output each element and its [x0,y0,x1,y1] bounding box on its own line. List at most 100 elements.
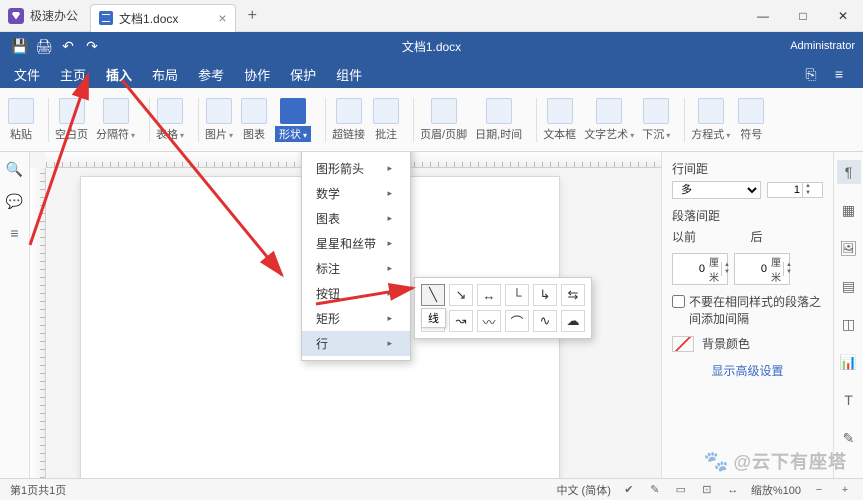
user-label: Administrator [790,40,855,52]
line-shape-cloud[interactable]: ☁ [561,310,585,332]
ribbon-comment[interactable]: 批注 [373,98,399,142]
headerfooter-tool-icon[interactable]: ▤ [837,274,861,298]
chevron-right-icon: ▸ [387,263,392,274]
fit-page-icon[interactable]: ⊡ [699,482,715,498]
ribbon-wordart[interactable]: 文字艺术▾ [584,98,634,142]
view-mode-icon[interactable]: ▭ [673,482,689,498]
line-shape-scribble[interactable]: ∿ [533,310,557,332]
ribbon-paste[interactable]: 粘贴 [8,98,34,142]
ribbon-table[interactable]: 表格▾ [156,98,184,142]
redo-icon[interactable]: ↷ [80,34,104,58]
bg-color-picker[interactable]: 背景颜色 [672,335,823,352]
close-window-button[interactable]: ✕ [823,0,863,32]
ribbon-equation[interactable]: 方程式▾ [691,98,730,142]
shape-menu: 基本形状▸ 图形箭头▸ 数学▸ 图表▸ 星星和丝带▸ 标注▸ 按钮▸ 矩形▸ 行… [301,152,411,361]
menu-components[interactable]: 组件 [336,65,362,84]
ribbon-shape[interactable]: 形状▾ [275,98,311,142]
chevron-right-icon: ▸ [387,288,392,299]
save-icon[interactable]: 💾 [8,34,32,58]
minimize-button[interactable]: — [743,0,783,32]
menu-insert[interactable]: 插入 [106,65,132,84]
line-shape-curve-arrow[interactable]: ↝ [449,310,473,332]
window-controls: — □ ✕ [743,0,863,32]
ribbon-symbol[interactable]: 符号 [738,98,764,142]
line-spacing-select[interactable]: 多 [672,181,761,199]
page-info[interactable]: 第1页共1页 [10,482,66,498]
ribbon-page-break[interactable]: 分隔符▾ [96,98,135,142]
app-icon [8,8,24,24]
signature-tool-icon[interactable]: ✎ [837,426,861,450]
ribbon-hyperlink[interactable]: 超链接 [332,98,365,142]
chart-tool-icon[interactable]: 📊 [837,350,861,374]
line-shape-elbow[interactable]: └ [505,284,529,306]
language-label[interactable]: 中文 (简体) [556,482,610,498]
separator [325,98,326,142]
line-shape-diagonal[interactable]: ╲ [421,284,445,306]
undo-icon[interactable]: ↶ [56,34,80,58]
same-style-spacing-checkbox[interactable] [672,295,685,308]
advanced-settings-link[interactable]: 显示高级设置 [672,362,823,379]
ribbon-blank-page[interactable]: 空白页 [55,98,88,142]
ribbon-date[interactable]: 日期,时间 [475,98,522,142]
add-tab-button[interactable]: + [248,7,257,25]
search-icon[interactable]: 🔍 [6,160,24,178]
line-spacing-label: 行间距 [672,160,823,177]
menu-layout[interactable]: 布局 [152,65,178,84]
menu-collab[interactable]: 协作 [244,65,270,84]
shape-menu-charts[interactable]: 图表▸ [302,206,410,231]
menu-protect[interactable]: 保护 [290,65,316,84]
ribbon-image[interactable]: 图片▾ [205,98,233,142]
line-shape-double-arrow[interactable]: ↔ [477,284,501,306]
spacing-before-input[interactable]: 厘米▲▼ [672,253,728,285]
shape-menu-math[interactable]: 数学▸ [302,181,410,206]
ribbon-header-footer[interactable]: 页眉/页脚 [420,98,467,142]
image-tool-icon[interactable]: 🖼 [837,236,861,260]
shape-menu-arrows[interactable]: 图形箭头▸ [302,156,410,181]
zoom-in-icon[interactable]: + [837,482,853,498]
open-file-icon[interactable]: ⎘ [797,60,825,88]
ribbon-chart[interactable]: 图表 [241,98,267,142]
line-spacing-value[interactable]: ▲▼ [767,182,823,198]
menu-file[interactable]: 文件 [14,65,40,84]
chevron-right-icon: ▸ [387,213,392,224]
titlebar: 极速办公 文档1.docx × + — □ ✕ [0,0,863,32]
track-changes-icon[interactable]: ✎ [647,482,663,498]
line-shape-freeform[interactable]: ⌒ [505,310,529,332]
line-shape-elbow-double[interactable]: ⇆ [561,284,585,306]
spellcheck-icon[interactable]: ✔ [621,482,637,498]
separator [536,98,537,142]
ribbon-textbox[interactable]: 文本框 [543,98,576,142]
maximize-button[interactable]: □ [783,0,823,32]
menu-home[interactable]: 主页 [60,65,86,84]
shape-menu-stars[interactable]: 星星和丝带▸ [302,231,410,256]
print-icon[interactable]: 🖨 [32,34,56,58]
line-shape-elbow-arrow[interactable]: ↳ [533,284,557,306]
watermark: 🐾 @云下有座塔 [704,448,847,474]
shape-menu-rectangles[interactable]: 矩形▸ [302,306,410,331]
chevron-right-icon: ▸ [387,338,392,349]
spacing-after-input[interactable]: 厘米▲▼ [734,253,790,285]
outline-icon[interactable]: ≡ [6,224,24,242]
document-tab[interactable]: 文档1.docx × [90,4,236,32]
menubar: 文件 主页 插入 布局 参考 协作 保护 组件 ⎘ ≡ [0,60,863,88]
fit-width-icon[interactable]: ↔ [725,482,741,498]
menu-more-icon[interactable]: ≡ [825,60,853,88]
shape-menu-lines[interactable]: 行▸ [302,331,410,356]
line-shape-arrow[interactable]: ↘ [449,284,473,306]
document-canvas[interactable]: 基本形状▸ 图形箭头▸ 数学▸ 图表▸ 星星和丝带▸ 标注▸ 按钮▸ 矩形▸ 行… [30,152,661,478]
menu-references[interactable]: 参考 [198,65,224,84]
zoom-out-icon[interactable]: − [811,482,827,498]
comments-icon[interactable]: 💬 [6,192,24,210]
vertical-ruler[interactable] [30,168,46,478]
paragraph-tool-icon[interactable]: ¶ [837,160,861,184]
shape-menu-buttons[interactable]: 按钮▸ [302,281,410,306]
zoom-label[interactable]: 缩放%100 [751,482,801,498]
table-tool-icon[interactable]: ▦ [837,198,861,222]
after-label: 后 [751,228,824,245]
ribbon-dropcap[interactable]: 下沉▾ [642,98,670,142]
close-tab-icon[interactable]: × [218,10,226,26]
shape-menu-callouts[interactable]: 标注▸ [302,256,410,281]
text-tool-icon[interactable]: T [837,388,861,412]
line-shape-wave[interactable]: 〰 [477,310,501,332]
shape-tool-icon[interactable]: ◫ [837,312,861,336]
